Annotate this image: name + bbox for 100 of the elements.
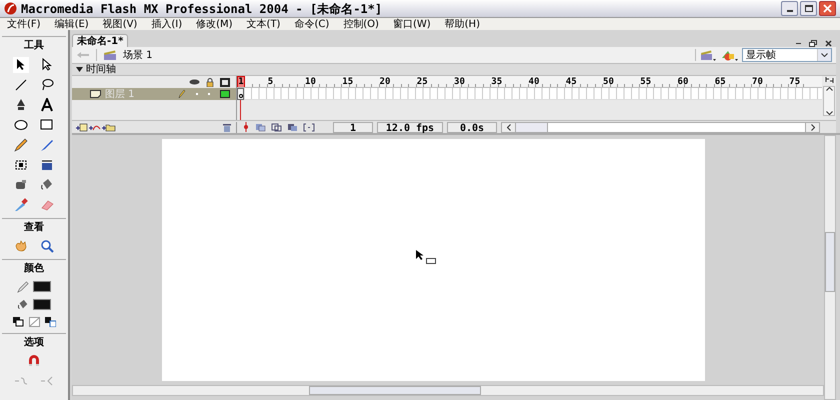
lasso-tool-icon[interactable] [40, 78, 54, 92]
outline-color-swatch[interactable] [220, 90, 230, 98]
frame-number: 55 [640, 76, 652, 87]
frame-number: 70 [752, 76, 763, 87]
default-colors-icon[interactable] [12, 316, 24, 326]
frame-number: 5 [268, 76, 274, 87]
scrollbar-thumb[interactable] [516, 122, 548, 132]
trash-icon[interactable] [222, 122, 232, 132]
onion-skin-icon[interactable] [255, 122, 267, 132]
menu-item[interactable]: 编辑(E) [54, 16, 89, 32]
swap-colors-icon[interactable] [44, 316, 56, 326]
maximize-button[interactable] [800, 1, 817, 16]
layer-icon [90, 90, 101, 98]
eye-icon[interactable] [189, 79, 200, 85]
fill-transform-icon[interactable] [40, 158, 54, 172]
frame-number: 35 [491, 76, 502, 87]
clapperboard-icon [103, 50, 117, 60]
motion-guide-icon[interactable] [89, 122, 101, 132]
menu-item[interactable]: 文本(T) [246, 16, 280, 32]
scroll-down-icon[interactable] [826, 111, 832, 115]
onion-outline-icon[interactable] [271, 122, 283, 132]
paint-bucket-icon [17, 298, 29, 310]
menu-item[interactable]: 修改(M) [196, 16, 233, 32]
close-icon[interactable] [825, 40, 832, 47]
no-color-icon[interactable] [28, 316, 40, 326]
vertical-scrollbar[interactable] [824, 135, 836, 400]
restore-icon[interactable] [809, 40, 817, 47]
frame-number: 20 [380, 76, 390, 87]
frame-number: 30 [454, 76, 465, 87]
edit-frames-icon[interactable] [287, 122, 299, 132]
pencil-icon [178, 89, 186, 99]
frame-rate-field[interactable]: 12.0 fps [377, 122, 443, 132]
zoom-tool-icon[interactable] [40, 239, 54, 253]
transform-tool-icon[interactable] [14, 158, 28, 172]
frame-number: 65 [714, 76, 726, 87]
zoom-dropdown[interactable]: 显示帧 [742, 48, 832, 62]
color-swatch[interactable] [33, 299, 51, 310]
close-icon [823, 4, 832, 13]
menu-item[interactable]: 命令(C) [294, 16, 330, 32]
elapsed-time-field: 0.0s [447, 122, 497, 132]
menu-item[interactable]: 插入(I) [151, 16, 182, 32]
vertical-scrollbar[interactable] [823, 86, 835, 116]
insert-layer-icon[interactable] [76, 122, 88, 132]
frame-number: 75 [789, 76, 800, 87]
pen-tool-icon[interactable] [14, 98, 28, 112]
arrow-cursor-icon [414, 249, 436, 265]
menu-item[interactable]: 文件(F) [7, 16, 41, 32]
current-frame-field: 1 [333, 122, 373, 132]
horizontal-scrollbar[interactable] [72, 385, 824, 396]
ink-bottle-icon[interactable] [14, 178, 28, 192]
keyframe-icon[interactable] [237, 88, 244, 100]
outline-icon[interactable] [220, 78, 230, 86]
paint-bucket-icon[interactable] [40, 178, 54, 192]
line-tool-icon[interactable] [14, 78, 28, 92]
subselect-tool-icon[interactable] [40, 58, 54, 72]
menu-item[interactable]: 窗口(W) [392, 16, 431, 32]
scroll-up-icon[interactable] [826, 87, 832, 91]
edit-scene-icon[interactable] [700, 50, 716, 60]
onion-markers-icon[interactable] [303, 122, 315, 132]
lock-icon[interactable] [206, 78, 214, 86]
frame-number: 40 [528, 76, 540, 87]
pencil-icon [17, 280, 29, 292]
color-swatch[interactable] [33, 281, 51, 292]
close-button[interactable] [819, 1, 836, 16]
document-tab[interactable]: 未命名-1* [72, 34, 128, 47]
playhead-line [240, 100, 241, 120]
menu-item[interactable]: 帮助(H) [444, 16, 480, 32]
expand-arrow-icon[interactable] [76, 67, 83, 72]
center-frame-icon[interactable] [241, 122, 251, 132]
scrollbar-thumb[interactable] [309, 386, 481, 395]
frame-number: 50 [603, 76, 614, 87]
timeline-menu-icon[interactable] [824, 76, 834, 84]
timeline-header[interactable]: 时间轴 [72, 64, 836, 76]
menu-item[interactable]: 控制(O) [343, 16, 379, 32]
flash-logo-icon [4, 2, 17, 15]
section-label: 颜色 [24, 263, 44, 274]
horizontal-scrollbar[interactable] [501, 122, 820, 132]
frame-number: 25 [416, 76, 428, 87]
edit-symbols-icon[interactable] [720, 49, 738, 61]
frame-number: 10 [305, 76, 316, 87]
minimize-button[interactable] [781, 1, 798, 16]
section-label: 选项 [24, 336, 44, 348]
text-tool-icon[interactable] [40, 98, 54, 112]
scrollbar-thumb[interactable] [825, 232, 835, 292]
frame-number: 15 [342, 76, 354, 87]
magnet-icon[interactable] [27, 354, 41, 368]
rectangle-tool-icon[interactable] [40, 118, 54, 132]
eyedropper-icon[interactable] [14, 198, 28, 212]
oval-tool-icon[interactable] [14, 118, 28, 132]
scroll-right-icon[interactable] [810, 124, 814, 130]
timeline-label: 时间轴 [86, 62, 116, 77]
pencil-tool-icon[interactable] [14, 138, 28, 152]
folder-icon[interactable] [102, 122, 116, 132]
section-label: 工具 [24, 40, 44, 51]
scroll-left-icon[interactable] [506, 124, 510, 130]
menu-item[interactable]: 视图(V) [102, 16, 138, 32]
playhead[interactable]: 1 [237, 76, 245, 87]
brush-tool-icon[interactable] [40, 138, 54, 152]
frame-number: 60 [678, 76, 688, 87]
frame-number: 45 [566, 76, 577, 87]
